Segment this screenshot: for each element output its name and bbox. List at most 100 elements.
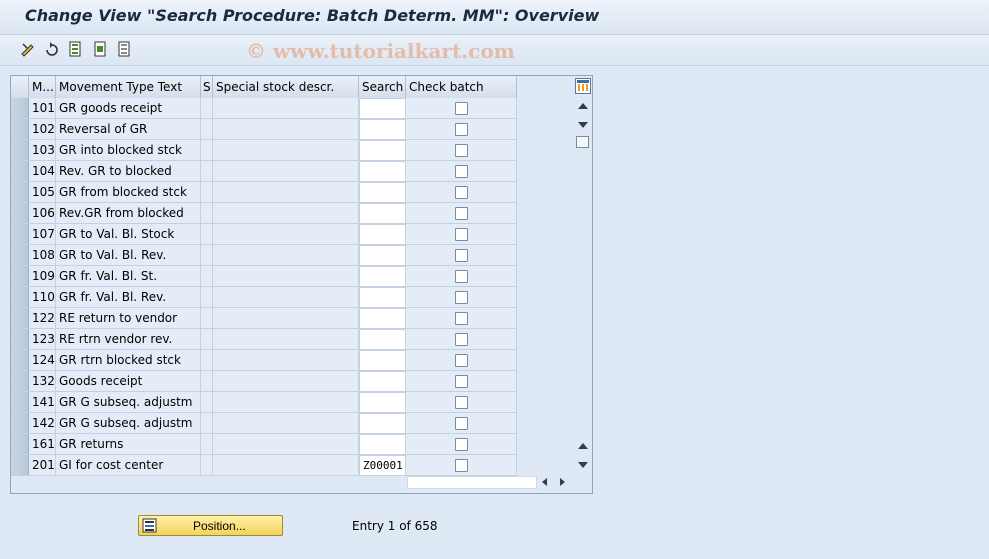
check-batch-checkbox[interactable] — [454, 123, 468, 136]
refresh-icon[interactable] — [44, 41, 60, 57]
header-special-stock[interactable]: S — [201, 76, 213, 98]
column-settings-icon[interactable] — [575, 78, 591, 94]
row-selector[interactable] — [11, 371, 29, 392]
search-procedure-input[interactable] — [359, 140, 406, 161]
scroll-down-icon[interactable] — [578, 122, 588, 128]
cell-special-stock-descr — [213, 287, 359, 308]
search-procedure-input[interactable] — [359, 224, 406, 245]
check-batch-checkbox[interactable] — [454, 291, 468, 304]
check-batch-checkbox[interactable] — [454, 144, 468, 157]
search-procedure-input[interactable] — [359, 119, 406, 140]
check-batch-checkbox[interactable] — [454, 102, 468, 115]
cell-special-stock — [201, 455, 213, 476]
search-procedure-input[interactable] — [359, 413, 406, 434]
header-movement-type[interactable]: M... — [29, 76, 56, 98]
row-selector[interactable] — [11, 329, 29, 350]
select-all-icon[interactable] — [68, 41, 84, 57]
select-block-icon[interactable] — [93, 41, 109, 57]
search-procedure-input[interactable] — [359, 266, 406, 287]
row-selector[interactable] — [11, 224, 29, 245]
row-selector[interactable] — [11, 350, 29, 371]
search-procedure-input[interactable] — [359, 371, 406, 392]
cell-check-batch — [406, 329, 517, 350]
cell-movement-type-text: Rev. GR to blocked — [56, 161, 201, 182]
cell-movement-type: 124 — [29, 350, 56, 371]
check-batch-checkbox[interactable] — [454, 438, 468, 451]
search-procedure-input[interactable] — [359, 434, 406, 455]
check-batch-checkbox[interactable] — [454, 354, 468, 367]
check-batch-checkbox[interactable] — [454, 417, 468, 430]
cell-movement-type-text: Rev.GR from blocked — [56, 203, 201, 224]
check-batch-checkbox[interactable] — [454, 396, 468, 409]
cell-movement-type: 108 — [29, 245, 56, 266]
cell-movement-type: 110 — [29, 287, 56, 308]
cell-movement-type: 132 — [29, 371, 56, 392]
row-selector[interactable] — [11, 287, 29, 308]
cell-movement-type: 123 — [29, 329, 56, 350]
edit-toggle-icon[interactable] — [20, 41, 36, 57]
row-selector[interactable] — [11, 119, 29, 140]
row-selector[interactable] — [11, 392, 29, 413]
row-selector[interactable] — [11, 245, 29, 266]
search-procedure-input[interactable] — [359, 350, 406, 371]
check-batch-checkbox[interactable] — [454, 333, 468, 346]
row-selector[interactable] — [11, 434, 29, 455]
row-selector[interactable] — [11, 140, 29, 161]
cell-check-batch — [406, 371, 517, 392]
search-procedure-input[interactable] — [359, 98, 406, 119]
check-batch-checkbox[interactable] — [454, 228, 468, 241]
search-procedure-input[interactable] — [359, 329, 406, 350]
table-row: 101 GR goods receipt — [11, 98, 517, 119]
search-procedure-input[interactable] — [359, 245, 406, 266]
search-procedure-input[interactable] — [359, 182, 406, 203]
row-selector[interactable] — [11, 455, 29, 476]
search-procedure-input[interactable] — [359, 308, 406, 329]
search-procedure-input[interactable] — [359, 203, 406, 224]
row-selector[interactable] — [11, 182, 29, 203]
check-batch-checkbox[interactable] — [454, 186, 468, 199]
scroll-thumb[interactable] — [576, 136, 589, 148]
scroll-right-icon[interactable] — [560, 478, 565, 486]
row-selector[interactable] — [11, 203, 29, 224]
position-button[interactable]: Position... — [138, 515, 283, 536]
cell-movement-type-text: GR fr. Val. Bl. St. — [56, 266, 201, 287]
scroll-up-icon[interactable] — [578, 103, 588, 109]
search-procedure-input[interactable] — [359, 287, 406, 308]
cell-check-batch — [406, 392, 517, 413]
search-procedure-input[interactable]: Z00001 — [359, 455, 406, 476]
header-movement-type-text[interactable]: Movement Type Text — [56, 76, 201, 98]
row-selector[interactable] — [11, 98, 29, 119]
row-selector[interactable] — [11, 308, 29, 329]
header-special-stock-descr[interactable]: Special stock descr. — [213, 76, 359, 98]
cell-special-stock — [201, 413, 213, 434]
horizontal-scrollbar[interactable] — [407, 475, 583, 491]
vertical-scrollbar[interactable] — [574, 98, 592, 473]
cell-movement-type: 103 — [29, 140, 56, 161]
check-batch-checkbox[interactable] — [454, 375, 468, 388]
check-batch-checkbox[interactable] — [454, 249, 468, 262]
row-selector[interactable] — [11, 161, 29, 182]
check-batch-checkbox[interactable] — [454, 312, 468, 325]
search-procedure-input[interactable] — [359, 161, 406, 182]
check-batch-checkbox[interactable] — [454, 270, 468, 283]
header-check-batch[interactable]: Check batch — [406, 76, 517, 98]
row-selector[interactable] — [11, 266, 29, 287]
horizontal-scroll-track[interactable] — [407, 476, 537, 489]
header-search[interactable]: Search — [359, 76, 406, 98]
scroll-up-icon[interactable] — [578, 443, 588, 449]
cell-movement-type: 104 — [29, 161, 56, 182]
scroll-left-icon[interactable] — [542, 478, 547, 486]
scroll-down-icon[interactable] — [578, 462, 588, 468]
cell-special-stock — [201, 392, 213, 413]
cell-movement-type: 101 — [29, 98, 56, 119]
header-select-all[interactable] — [11, 76, 29, 98]
deselect-icon[interactable] — [117, 41, 133, 57]
check-batch-checkbox[interactable] — [454, 459, 468, 472]
check-batch-checkbox[interactable] — [454, 165, 468, 178]
cell-movement-type: 109 — [29, 266, 56, 287]
row-selector[interactable] — [11, 413, 29, 434]
table-row: 201 GI for cost center Z00001 — [11, 455, 517, 476]
check-batch-checkbox[interactable] — [454, 207, 468, 220]
cell-check-batch — [406, 98, 517, 119]
search-procedure-input[interactable] — [359, 392, 406, 413]
